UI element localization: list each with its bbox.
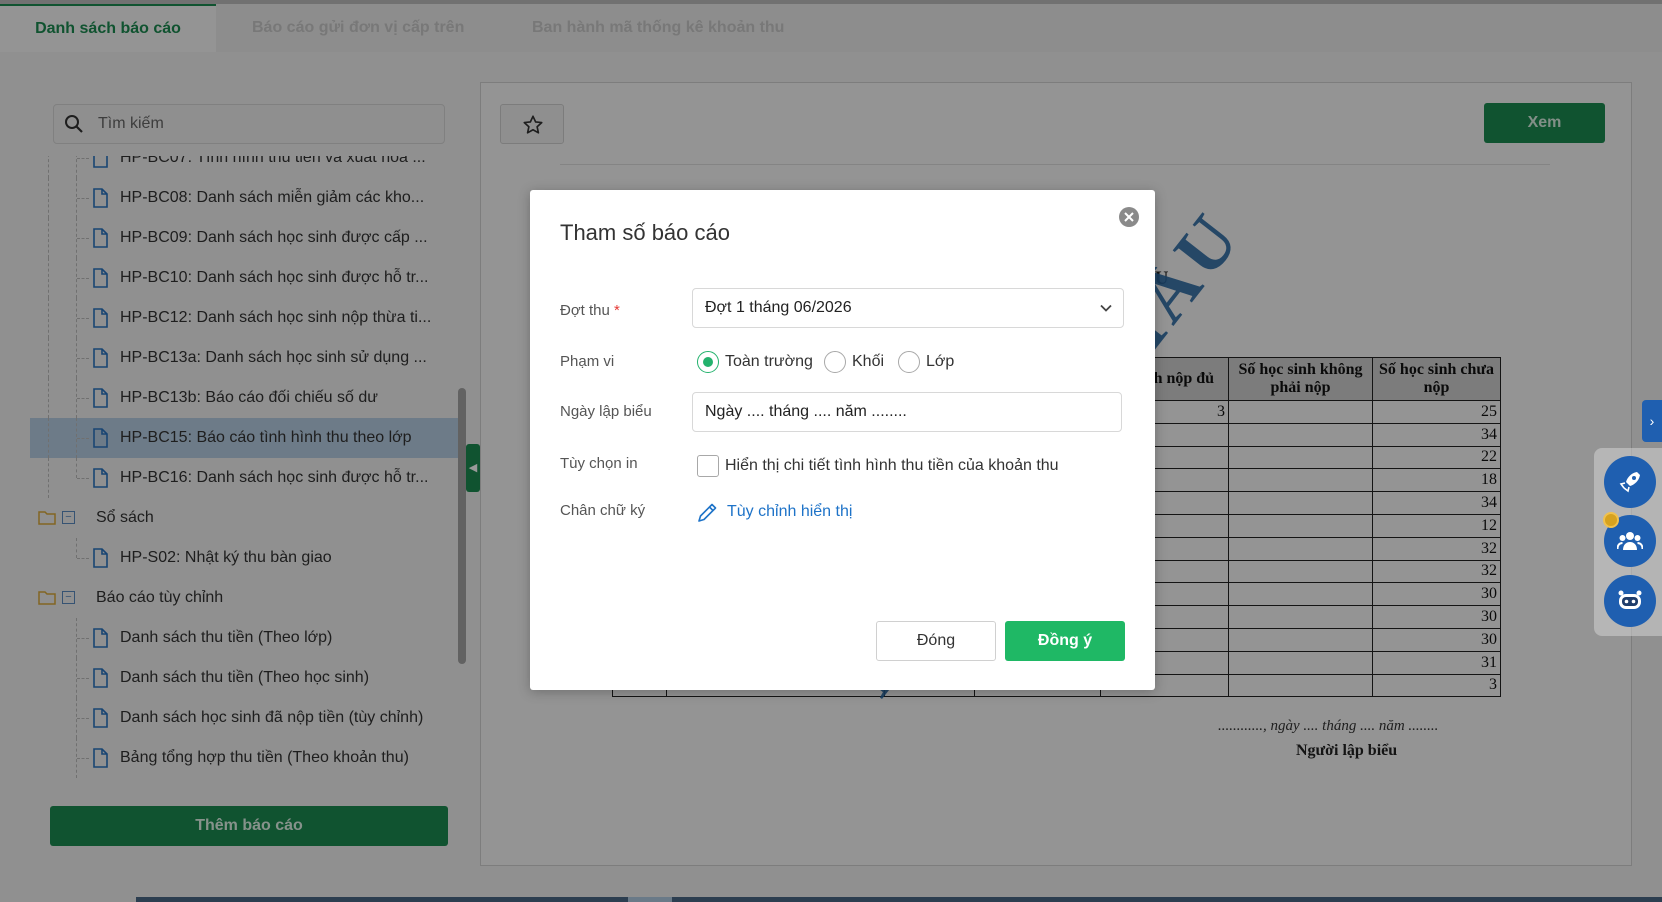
customize-signature-link[interactable]: Tùy chỉnh hiển thị	[727, 500, 852, 524]
radio-selected-icon[interactable]	[697, 351, 719, 373]
pencil-icon[interactable]	[696, 500, 718, 524]
rocket-icon	[1619, 472, 1640, 493]
chan-chu-ky-label: Chân chữ ký	[560, 502, 646, 519]
users-icon	[1617, 532, 1643, 550]
ngay-lap-label: Ngày lập biểu	[560, 403, 652, 420]
dot-thu-select[interactable]: Đợt 1 tháng 06/2026	[692, 288, 1124, 328]
radio-label: Toàn trường	[725, 353, 813, 370]
side-panel-toggle[interactable]: ›	[1642, 400, 1662, 442]
detail-checkbox[interactable]	[697, 455, 719, 477]
radio-icon[interactable]	[824, 351, 846, 373]
radio-icon[interactable]	[898, 351, 920, 373]
pham-vi-label: Phạm vi	[560, 353, 615, 370]
required-marker: *	[614, 302, 620, 319]
radio-label: Lớp	[926, 353, 955, 370]
dock-assistant-button[interactable]	[1604, 575, 1656, 627]
dialog-title: Tham số báo cáo	[560, 220, 730, 245]
ok-button[interactable]: Đồng ý	[1005, 621, 1125, 661]
detail-checkbox-label[interactable]: Hiển thị chi tiết tình hình thu tiền của…	[725, 454, 1059, 478]
ngay-lap-input[interactable]	[692, 392, 1122, 432]
notification-dot	[1603, 512, 1619, 528]
taskbar-strip-highlight	[628, 897, 672, 902]
radio-label: Khối	[852, 353, 885, 370]
dock-rocket-button[interactable]	[1604, 456, 1656, 508]
tuy-chon-label: Tùy chọn in	[560, 455, 638, 472]
close-icon[interactable]	[1118, 206, 1140, 228]
dot-thu-label: Đợt thu *	[560, 302, 620, 319]
close-button[interactable]: Đóng	[876, 621, 996, 661]
chevron-down-icon	[1100, 304, 1112, 312]
taskbar-strip	[136, 897, 1662, 902]
robot-icon	[1618, 590, 1642, 609]
dot-thu-value: Đợt 1 tháng 06/2026	[705, 299, 852, 316]
report-params-dialog: Tham số báo cáo Đợt thu * Đợt 1 tháng 06…	[530, 190, 1155, 690]
